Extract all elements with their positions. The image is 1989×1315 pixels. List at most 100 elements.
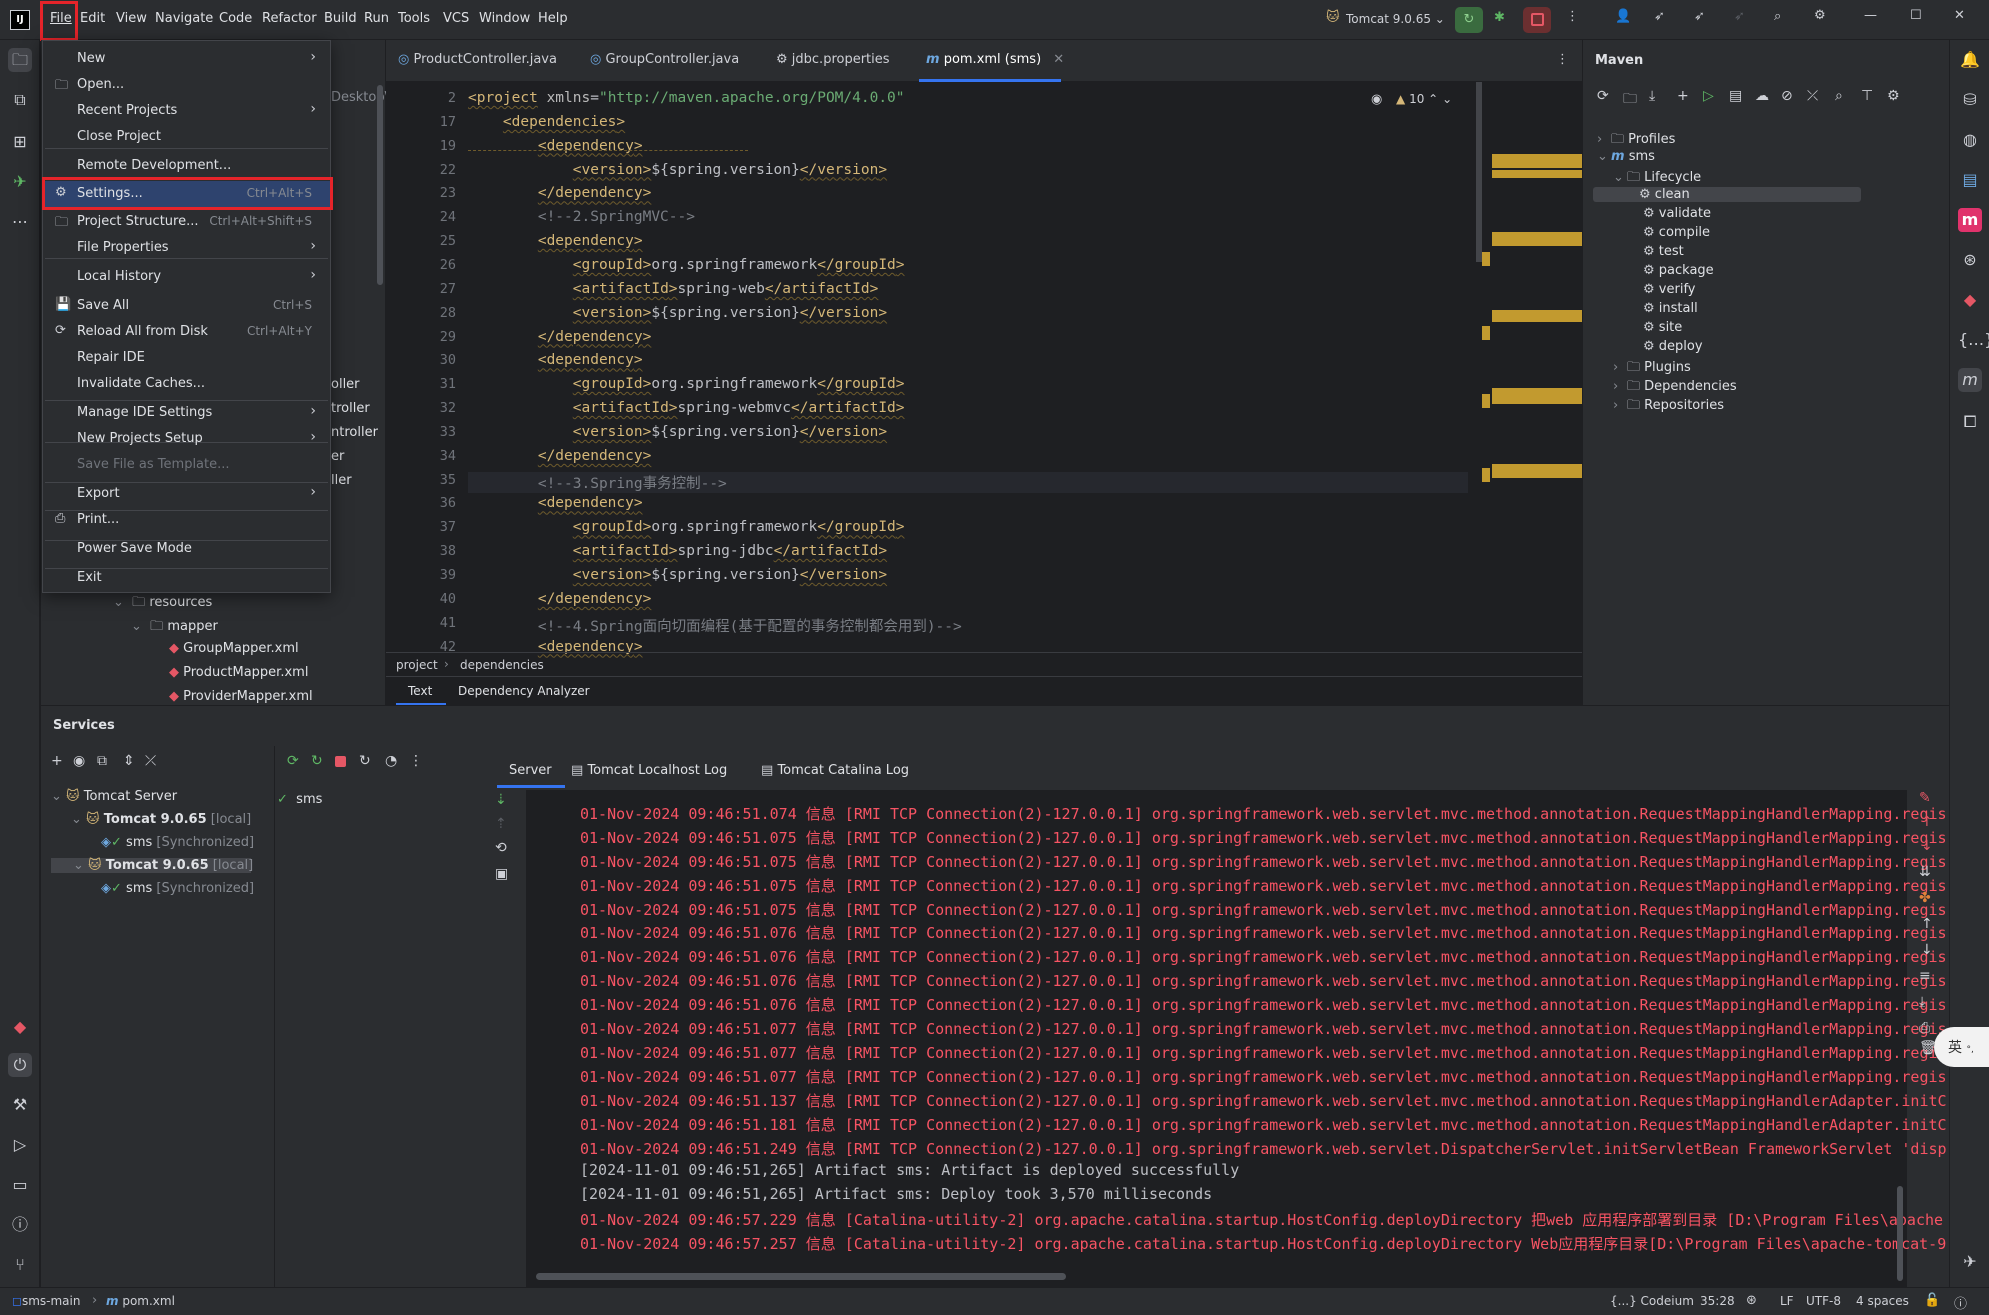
clear-all-icon[interactable]: ✎ xyxy=(1919,790,1931,806)
code-line[interactable]: <!--4.Spring面向切面编程(基于配置的事务控制都会用到)--> xyxy=(468,615,962,636)
print-icon[interactable]: ⎙ xyxy=(1919,1020,1930,1036)
deploy-item[interactable]: ✓ sms xyxy=(277,792,322,807)
tree-item-file[interactable]: ◆ ProviderMapper.xml xyxy=(169,689,313,704)
indent[interactable]: 4 spaces xyxy=(1856,1294,1909,1308)
down-red-icon[interactable]: ↓ xyxy=(1921,838,1933,854)
code-line[interactable]: <dependency> xyxy=(468,352,643,368)
deploy-alt-icon[interactable]: ➶ xyxy=(1694,9,1705,24)
code-line[interactable]: <dependency> xyxy=(468,495,643,511)
json-icon[interactable]: {…} xyxy=(1958,328,1989,352)
maven-tree-item[interactable]: ⌄ m sms xyxy=(1597,149,1655,164)
tree-item-partial[interactable]: er xyxy=(331,449,344,464)
more-actions-icon[interactable]: ⋮ xyxy=(1566,9,1579,24)
add-project-icon[interactable]: 🗀 xyxy=(1623,88,1637,112)
analyze-icon[interactable]: ⌕ xyxy=(1835,88,1843,104)
services-tree-item[interactable]: ⌄ 🐱 Tomcat 9.0.65 [local] xyxy=(51,858,253,873)
menu-item-reload-all[interactable]: ⟳ Reload All from Disk Ctrl+Alt+Y xyxy=(43,319,330,345)
maven-tree-item[interactable]: ⚙ compile xyxy=(1629,225,1710,240)
notes-icon[interactable]: ▤ xyxy=(1958,168,1982,192)
more-icon[interactable]: ⋮ xyxy=(409,753,423,769)
menu-item-close-project[interactable]: Close Project xyxy=(43,124,330,150)
build-hammer-icon[interactable]: ⚒ xyxy=(8,1093,32,1117)
services-icon[interactable]: ⏻ xyxy=(8,1053,32,1077)
collapse-all-icon[interactable]: ⤫ xyxy=(145,753,156,769)
maven-tree-item[interactable]: ⚙ validate xyxy=(1629,206,1711,221)
web-icon[interactable]: ◍ xyxy=(1958,128,1982,152)
run-icon[interactable]: ▷ xyxy=(8,1133,32,1157)
code-line[interactable]: <!--3.Spring事务控制--> xyxy=(468,471,1468,493)
codeium-status[interactable]: {...} Codeium xyxy=(1610,1294,1694,1308)
menu-item-local-history[interactable]: Local History › xyxy=(43,264,330,290)
menu-item-recent-projects[interactable]: Recent Projects › xyxy=(43,98,330,124)
menu-item-save-all[interactable]: 💾 Save All Ctrl+S xyxy=(43,293,330,319)
tree-item-partial[interactable]: ntroller xyxy=(331,425,378,440)
codeium-icon[interactable]: ⊛ xyxy=(1958,248,1982,272)
update-app-icon[interactable]: ⟳ xyxy=(287,753,299,769)
commit-icon[interactable]: ⧉ xyxy=(8,88,32,112)
rocket-icon[interactable]: ✈ xyxy=(1958,1250,1982,1274)
plugin-icon[interactable]: ✈ xyxy=(8,170,32,194)
collapse-icon[interactable]: ⤫ xyxy=(1807,88,1818,104)
code-line[interactable]: <version>${spring.version}</version> xyxy=(468,424,887,440)
caret-position[interactable]: 35:28 xyxy=(1700,1294,1735,1308)
services-tree-item[interactable]: ⌄ 🐱 Tomcat 9.0.65 [local] xyxy=(71,812,251,827)
tab-product-controller[interactable]: ◎ ProductController.java xyxy=(398,52,557,67)
show-deps-icon[interactable]: ⊤ xyxy=(1861,88,1873,104)
menu-edit[interactable]: Edit xyxy=(80,11,105,26)
run-config-selector[interactable]: Tomcat 9.0.65 ⌄ xyxy=(1346,12,1445,26)
menu-item-repair-ide[interactable]: Repair IDE xyxy=(43,345,330,371)
up-red-icon[interactable]: ↑ xyxy=(1921,814,1933,830)
filter-icon[interactable]: ✤ xyxy=(1919,890,1931,906)
code-line[interactable]: <project xmlns="http://maven.apache.org/… xyxy=(468,90,905,106)
maven-tree-item[interactable]: ⚙ verify xyxy=(1629,282,1696,297)
terminal-icon[interactable]: ▭ xyxy=(8,1173,32,1197)
services-tree-item[interactable]: ◈✓ sms [Synchronized] xyxy=(101,835,254,850)
menu-window[interactable]: Window xyxy=(479,11,530,26)
code-line[interactable]: <version>${spring.version}</version> xyxy=(468,305,887,321)
menu-item-remote-development[interactable]: Remote Development... xyxy=(43,153,330,179)
sort-icon[interactable]: ⇊ xyxy=(1919,864,1931,880)
tab-localhost-log[interactable]: ▤ Tomcat Localhost Log xyxy=(571,763,727,778)
maven-helper-right-icon[interactable]: ◆ xyxy=(1958,288,1982,312)
menu-item-file-properties[interactable]: File Properties › xyxy=(43,235,330,261)
code-line[interactable]: </dependency> xyxy=(468,329,652,345)
branch-widget[interactable]: ◻sms-main xyxy=(12,1294,80,1308)
deploy-icon[interactable]: ➶ xyxy=(1654,9,1665,24)
close-tab-icon[interactable]: ✕ xyxy=(1053,52,1064,67)
menu-item-open[interactable]: 🗀 Open... xyxy=(43,72,330,98)
reload-icon[interactable]: ⟳ xyxy=(1597,88,1609,104)
code-line[interactable]: <dependencies> xyxy=(468,114,625,130)
new-tab-icon[interactable]: ⧉ xyxy=(97,753,107,769)
tree-item-resources[interactable]: ⌄ 🗀 resources xyxy=(113,593,212,615)
app-logo-icon[interactable]: IJ xyxy=(10,10,30,30)
tab-actions-icon[interactable]: ⋮ xyxy=(1556,52,1569,67)
git-icon[interactable]: ⑂ xyxy=(8,1253,32,1277)
expand-all-icon[interactable]: ⇕ xyxy=(123,753,135,769)
services-tree-item[interactable]: ⌄ 🐱 Tomcat Server xyxy=(51,789,177,804)
menu-help[interactable]: Help xyxy=(538,11,568,26)
settings-gear-icon[interactable]: ⚙ xyxy=(1814,8,1826,23)
menu-navigate[interactable]: Navigate xyxy=(155,11,213,26)
rerun-button[interactable]: ↻ xyxy=(1455,7,1483,33)
deploy-arrow-icon[interactable]: ⇣ xyxy=(495,792,507,808)
menu-build[interactable]: Build xyxy=(324,11,357,26)
execute-goal-icon[interactable]: ▤ xyxy=(1729,88,1742,104)
offline-icon[interactable]: ☁ xyxy=(1755,88,1769,104)
code-line[interactable]: <artifactId>spring-jdbc</artifactId> xyxy=(468,543,887,559)
inspection-icon[interactable]: ⊛ xyxy=(1746,1293,1757,1308)
line-separator[interactable]: LF xyxy=(1780,1294,1794,1308)
stop-server-icon[interactable] xyxy=(335,756,346,767)
notifications-bell-icon[interactable]: 🔔 xyxy=(1958,48,1982,72)
project-scrollbar[interactable] xyxy=(377,85,383,285)
services-tree-item[interactable]: ◈✓ sms [Synchronized] xyxy=(101,881,254,896)
menu-item-manage-ide-settings[interactable]: Manage IDE Settings › xyxy=(43,400,330,426)
maven-tree-item[interactable]: ⚙ test xyxy=(1629,244,1684,259)
code-line[interactable]: <artifactId>spring-webmvc</artifactId> xyxy=(468,400,905,416)
menu-item-power-save-mode[interactable]: Power Save Mode xyxy=(43,536,330,562)
menu-item-export[interactable]: Export › xyxy=(43,481,330,507)
menu-item-print[interactable]: ⎙ Print... xyxy=(43,507,330,533)
menu-vcs[interactable]: VCS xyxy=(443,11,469,26)
menu-item-new-projects-setup[interactable]: New Projects Setup › xyxy=(43,426,330,452)
minimize-icon[interactable]: — xyxy=(1864,8,1877,23)
tab-text[interactable]: Text xyxy=(408,684,432,698)
